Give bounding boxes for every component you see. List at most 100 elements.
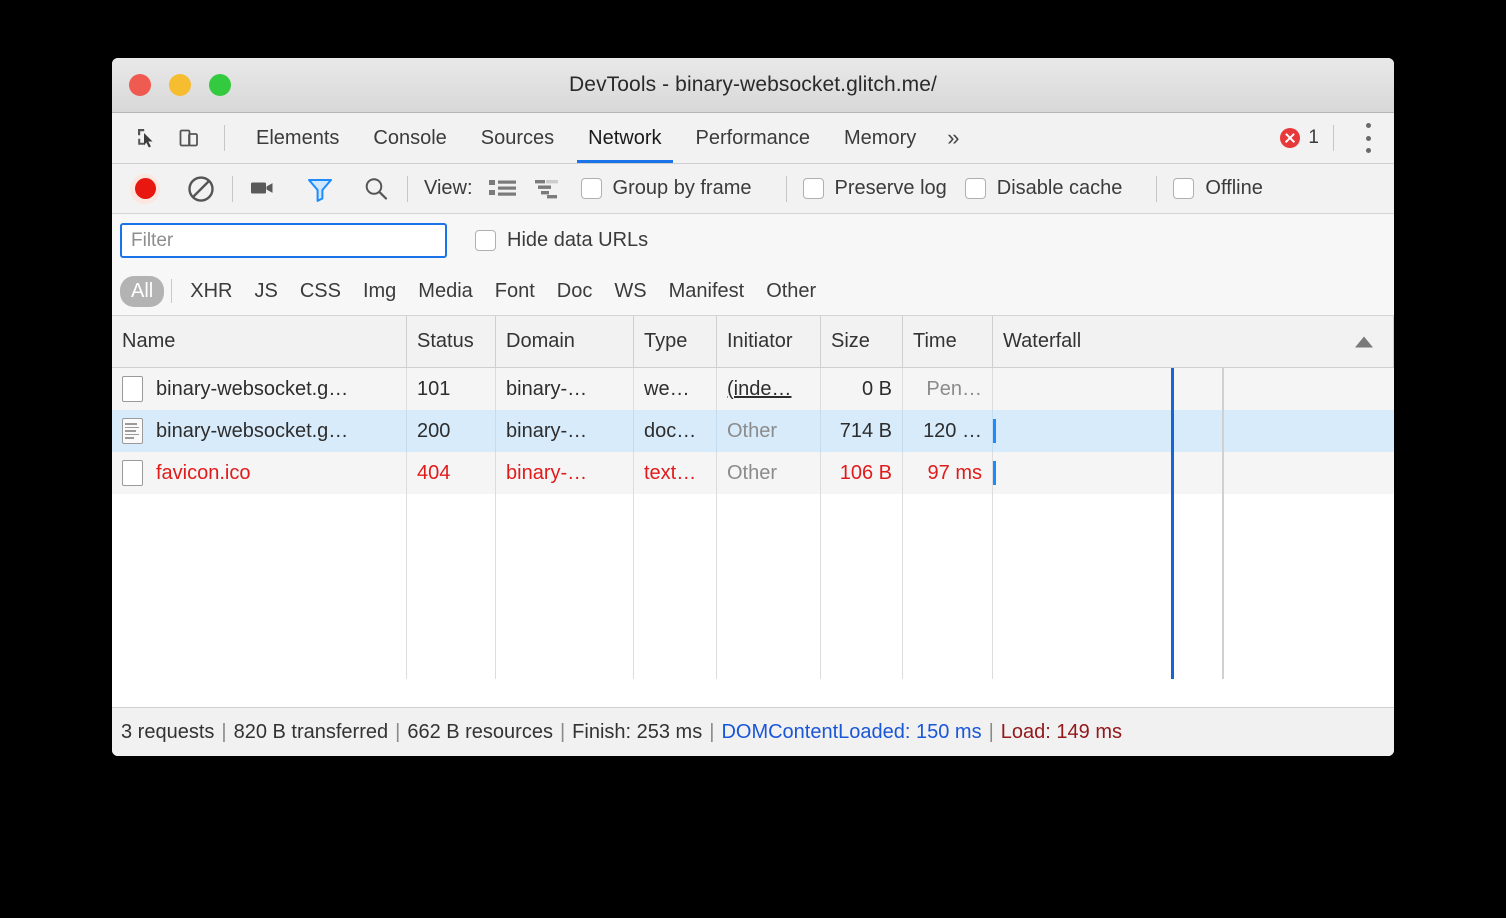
- type-filter-img[interactable]: Img: [352, 276, 407, 307]
- summary-separator: |: [221, 721, 226, 744]
- filter-icon[interactable]: [305, 175, 335, 203]
- load-time: Load: 149 ms: [1001, 721, 1122, 744]
- waterfall-bar[interactable]: [993, 461, 996, 485]
- cell-domain: binary-…: [496, 368, 634, 410]
- more-options-icon[interactable]: [1354, 119, 1382, 157]
- table-row[interactable]: binary-websocket.g… 200 binary-… doc… Ot…: [112, 410, 1394, 452]
- group-by-frame-checkbox[interactable]: Group by frame: [581, 177, 752, 200]
- list-view-icon[interactable]: [489, 178, 517, 200]
- toggle-device-toolbar-icon[interactable]: [168, 117, 210, 159]
- network-requests-table: Name Status Domain Type Initiator Size T…: [112, 316, 1394, 679]
- cell-domain: binary-…: [496, 452, 634, 494]
- table-row[interactable]: binary-websocket.g… 101 binary-… we… (in…: [112, 368, 1394, 410]
- transferred-size: 820 B transferred: [234, 721, 389, 744]
- type-filter-css[interactable]: CSS: [289, 276, 352, 307]
- cell-time: Pen…: [903, 368, 993, 410]
- disable-cache-label: Disable cache: [997, 177, 1123, 200]
- inspect-element-icon[interactable]: [126, 117, 168, 159]
- type-filter-other[interactable]: Other: [755, 276, 827, 307]
- type-filter-ws[interactable]: WS: [603, 276, 657, 307]
- tabbar-divider: [224, 125, 225, 151]
- preserve-log-checkbox[interactable]: Preserve log: [803, 177, 947, 200]
- column-header-type[interactable]: Type: [634, 316, 717, 367]
- waterfall-view-icon[interactable]: [535, 178, 563, 200]
- cell-initiator: Other: [717, 452, 821, 494]
- cell-type: doc…: [634, 410, 717, 452]
- cell-initiator[interactable]: (inde…: [717, 368, 821, 410]
- request-name: favicon.ico: [156, 462, 251, 485]
- column-header-time[interactable]: Time: [903, 316, 993, 367]
- filter-input[interactable]: [120, 223, 447, 258]
- cell-name: binary-websocket.g…: [112, 410, 407, 452]
- group-by-frame-box[interactable]: [581, 178, 602, 199]
- hide-data-urls-label: Hide data URLs: [507, 229, 648, 252]
- record-icon: [135, 178, 156, 199]
- devtools-window: DevTools - binary-websocket.glitch.me/: [112, 58, 1394, 756]
- table-row[interactable]: favicon.ico 404 binary-… text… Other 106…: [112, 452, 1394, 494]
- request-name: binary-websocket.g…: [156, 378, 348, 401]
- hide-data-urls-checkbox[interactable]: Hide data URLs: [475, 229, 648, 252]
- summary-separator: |: [560, 721, 565, 744]
- column-header-status[interactable]: Status: [407, 316, 496, 367]
- type-filter-divider: [171, 279, 172, 303]
- cell-waterfall: [993, 368, 1394, 410]
- disable-cache-checkbox[interactable]: Disable cache: [965, 177, 1123, 200]
- type-filter-doc[interactable]: Doc: [546, 276, 604, 307]
- hide-data-urls-box[interactable]: [475, 230, 496, 251]
- type-filter-xhr[interactable]: XHR: [179, 276, 243, 307]
- cell-name: binary-websocket.g…: [112, 368, 407, 410]
- error-count-badge[interactable]: 1: [1280, 127, 1319, 149]
- capture-screenshots-icon[interactable]: [249, 176, 279, 202]
- cell-name: favicon.ico: [112, 452, 407, 494]
- cell-waterfall: [993, 452, 1394, 494]
- type-filter-font[interactable]: Font: [484, 276, 546, 307]
- type-filter-all[interactable]: All: [120, 276, 164, 307]
- tab-memory[interactable]: Memory: [827, 113, 933, 163]
- column-header-domain[interactable]: Domain: [496, 316, 634, 367]
- preserve-log-label: Preserve log: [835, 177, 947, 200]
- waterfall-bar[interactable]: [993, 419, 996, 443]
- cell-type: we…: [634, 368, 717, 410]
- devtools-tabbar: Elements Console Sources Network Perform…: [112, 113, 1394, 164]
- offline-checkbox[interactable]: Offline: [1173, 177, 1262, 200]
- search-icon[interactable]: [361, 175, 391, 203]
- plain-file-icon: [122, 376, 143, 402]
- request-name: binary-websocket.g…: [156, 420, 348, 443]
- tab-elements[interactable]: Elements: [239, 113, 356, 163]
- column-header-waterfall[interactable]: Waterfall: [993, 316, 1394, 367]
- tab-console[interactable]: Console: [356, 113, 463, 163]
- cell-size: 106 B: [821, 452, 903, 494]
- summary-separator: |: [989, 721, 994, 744]
- window-title: DevTools - binary-websocket.glitch.me/: [112, 58, 1394, 112]
- column-header-initiator[interactable]: Initiator: [717, 316, 821, 367]
- window-titlebar: DevTools - binary-websocket.glitch.me/: [112, 58, 1394, 113]
- more-tabs-button[interactable]: »: [933, 113, 973, 163]
- tab-sources[interactable]: Sources: [464, 113, 571, 163]
- table-header-row: Name Status Domain Type Initiator Size T…: [112, 316, 1394, 368]
- resource-type-filters: All XHR JS CSS Img Media Font Doc WS Man…: [112, 267, 1394, 316]
- clear-button[interactable]: [186, 174, 216, 204]
- toolbar-divider-2: [407, 176, 408, 202]
- tab-network[interactable]: Network: [571, 113, 678, 163]
- tab-performance[interactable]: Performance: [679, 113, 828, 163]
- type-filter-manifest[interactable]: Manifest: [658, 276, 756, 307]
- preserve-log-box[interactable]: [803, 178, 824, 199]
- initiator-link[interactable]: (inde…: [727, 378, 791, 401]
- table-empty-area: [112, 494, 1394, 679]
- dom-content-loaded-time: DOMContentLoaded: 150 ms: [721, 721, 981, 744]
- type-filter-media[interactable]: Media: [407, 276, 483, 307]
- sort-ascending-icon: [1355, 336, 1373, 347]
- summary-separator: |: [709, 721, 714, 744]
- offline-box[interactable]: [1173, 178, 1194, 199]
- cell-time: 97 ms: [903, 452, 993, 494]
- cell-status: 404: [407, 452, 496, 494]
- toolbar-divider-4: [1156, 176, 1157, 202]
- cell-type: text…: [634, 452, 717, 494]
- record-button[interactable]: [130, 174, 160, 204]
- filter-row: Hide data URLs: [112, 214, 1394, 267]
- type-filter-js[interactable]: JS: [243, 276, 288, 307]
- tabbar-right-controls: 1: [1280, 119, 1394, 157]
- column-header-size[interactable]: Size: [821, 316, 903, 367]
- column-header-name[interactable]: Name: [112, 316, 407, 367]
- disable-cache-box[interactable]: [965, 178, 986, 199]
